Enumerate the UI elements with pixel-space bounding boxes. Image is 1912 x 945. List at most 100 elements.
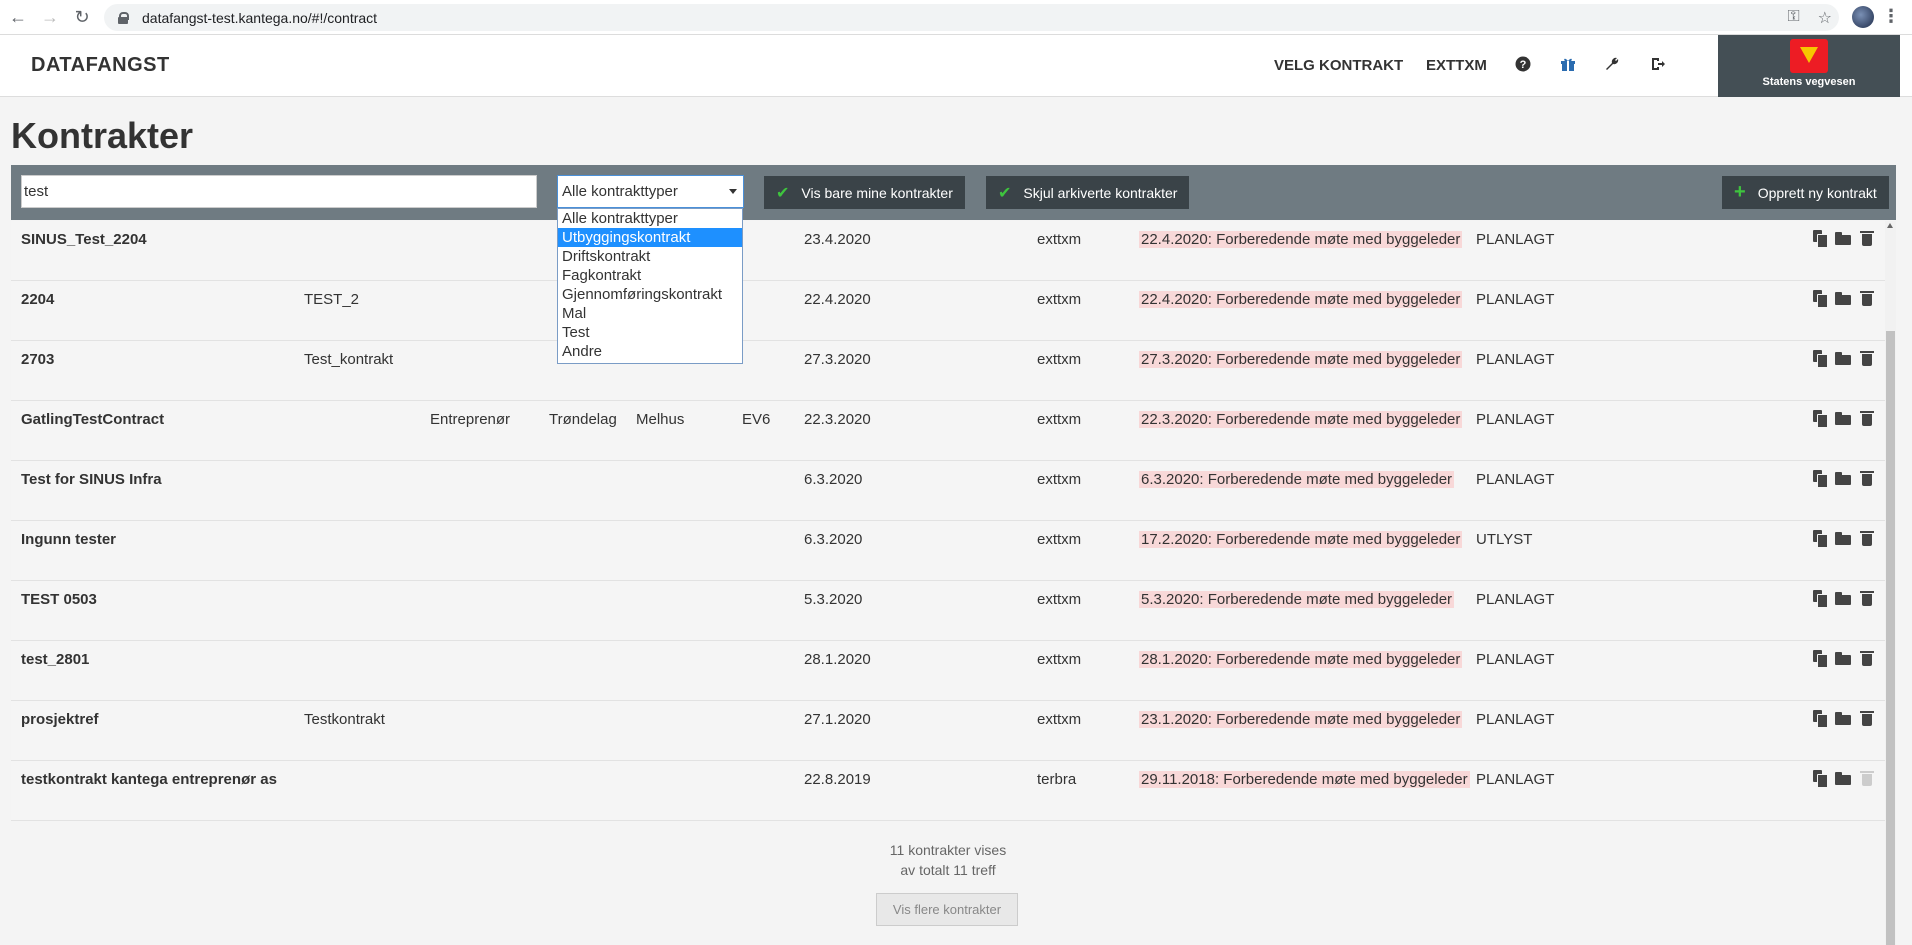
star-icon[interactable]: ☆ xyxy=(1818,8,1832,28)
table-row[interactable]: Ingunn tester 6.3.2020 exttxm 17.2.2020: Fo… xyxy=(11,521,1885,581)
folder-open-icon[interactable] xyxy=(1835,409,1851,427)
folder-open-icon[interactable] xyxy=(1835,709,1851,727)
table-row[interactable]: TEST 0503 5.3.2020 exttxm 5.3.2020: Forbere… xyxy=(11,581,1885,641)
table-row[interactable]: Test for SINUS Infra 6.3.2020 exttxm 6.3.20… xyxy=(11,461,1885,521)
new-contract-button[interactable]: + Opprett ny kontrakt xyxy=(1722,176,1889,209)
cell-name[interactable]: prosjektref xyxy=(21,711,99,728)
profile-avatar[interactable] xyxy=(1852,6,1874,28)
scrollbar[interactable] xyxy=(1885,221,1896,945)
cell-name[interactable]: TEST 0503 xyxy=(21,591,97,608)
folder-open-icon[interactable] xyxy=(1835,469,1851,487)
cell-date: 27.1.2020 xyxy=(804,711,871,728)
show-more-button[interactable]: Vis flere kontrakter xyxy=(876,893,1018,926)
dropdown-option[interactable]: Driftskontrakt xyxy=(558,247,742,266)
dropdown-option[interactable]: Alle kontrakttyper xyxy=(558,209,742,228)
cell-name[interactable]: 2204 xyxy=(21,291,54,308)
gift-icon[interactable] xyxy=(1558,54,1578,74)
trash-icon xyxy=(1859,769,1875,787)
svg-text:?: ? xyxy=(1520,59,1527,71)
folder-open-icon[interactable] xyxy=(1835,769,1851,787)
trash-icon[interactable] xyxy=(1859,469,1875,487)
cell-desc: Testkontrakt xyxy=(304,711,385,728)
search-input[interactable] xyxy=(21,175,537,208)
cell-name[interactable]: Test for SINUS Infra xyxy=(21,471,162,488)
cell-name[interactable]: 2703 xyxy=(21,351,54,368)
copy-icon[interactable] xyxy=(1811,469,1828,488)
reload-icon[interactable]: ↻ xyxy=(68,3,96,31)
folder-open-icon[interactable] xyxy=(1835,649,1851,667)
cell-status: PLANLAGT xyxy=(1476,711,1555,728)
cell-event: 22.4.2020: Forberedende møte med byggele… xyxy=(1139,291,1463,308)
plus-icon: + xyxy=(1734,181,1746,203)
only-mine-toggle[interactable]: ✔ Vis bare mine kontrakter xyxy=(764,176,965,209)
forward-icon[interactable]: → xyxy=(36,3,64,31)
dropdown-option[interactable]: Mal xyxy=(558,304,742,323)
cell-road: EV6 xyxy=(742,411,771,428)
table-row[interactable]: SINUS_Test_2204 23.4.2020 exttxm 22.4.2020:… xyxy=(11,221,1885,281)
scroll-up-icon[interactable] xyxy=(1887,223,1893,228)
copy-icon[interactable] xyxy=(1811,709,1828,728)
folder-open-icon[interactable] xyxy=(1835,229,1851,247)
dropdown-option[interactable]: Fagkontrakt xyxy=(558,266,742,285)
table-row[interactable]: 2204 TEST_2 22.4.2020 exttxm 22.4.2020: Forb… xyxy=(11,281,1885,341)
cell-date: 5.3.2020 xyxy=(804,591,863,608)
copy-icon[interactable] xyxy=(1811,289,1828,308)
help-icon[interactable]: ? xyxy=(1513,54,1533,74)
contract-type-select[interactable]: Alle kontrakttyper xyxy=(557,175,744,208)
wrench-icon[interactable] xyxy=(1602,54,1622,74)
copy-icon[interactable] xyxy=(1811,229,1828,248)
cell-name[interactable]: Ingunn tester xyxy=(21,531,116,548)
shown-count: 11 kontrakter vises xyxy=(889,842,1007,858)
copy-icon[interactable] xyxy=(1811,529,1828,548)
cell-user: exttxm xyxy=(1037,711,1082,728)
hide-archived-toggle[interactable]: ✔ Skjul arkiverte kontrakter xyxy=(986,176,1190,209)
cell-name[interactable]: GatlingTestContract xyxy=(21,411,164,428)
copy-icon[interactable] xyxy=(1811,649,1828,668)
copy-icon[interactable] xyxy=(1811,349,1828,368)
logout-icon[interactable] xyxy=(1648,54,1668,74)
cell-user: exttxm xyxy=(1037,351,1082,368)
scrollbar-thumb[interactable] xyxy=(1886,331,1895,945)
trash-icon[interactable] xyxy=(1859,529,1875,547)
table-row[interactable]: test_2801 28.1.2020 exttxm 28.1.2020: Forbe… xyxy=(11,641,1885,701)
user-link[interactable]: EXTTXM xyxy=(1426,57,1487,74)
address-bar[interactable]: datafangst-test.kantega.no/#!/contract xyxy=(104,4,1839,31)
table-row[interactable]: prosjektref Testkontrakt 27.1.2020 exttxm 23… xyxy=(11,701,1885,761)
trash-icon[interactable] xyxy=(1859,289,1875,307)
folder-open-icon[interactable] xyxy=(1835,589,1851,607)
trash-icon[interactable] xyxy=(1859,229,1875,247)
only-mine-label: Vis bare mine kontrakter xyxy=(801,184,953,201)
cell-name[interactable]: SINUS_Test_2204 xyxy=(21,231,147,248)
folder-open-icon[interactable] xyxy=(1835,349,1851,367)
back-icon[interactable]: ← xyxy=(4,3,32,31)
copy-icon[interactable] xyxy=(1811,409,1828,428)
menu-kebab-icon[interactable]: ⋮ xyxy=(1882,6,1900,27)
trash-icon[interactable] xyxy=(1859,409,1875,427)
dropdown-option[interactable]: Andre xyxy=(558,342,742,361)
dropdown-option[interactable]: Gjennomføringskontrakt xyxy=(558,285,742,304)
cell-name[interactable]: testkontrakt kantega entreprenør as xyxy=(21,771,277,788)
contract-table: SINUS_Test_2204 23.4.2020 exttxm 22.4.2020:… xyxy=(11,221,1885,821)
table-row[interactable]: 2703 Test_kontrakt 27.3.2020 exttxm 27.3.202… xyxy=(11,341,1885,401)
select-contract-link[interactable]: VELG KONTRAKT xyxy=(1274,57,1403,74)
check-icon: ✔ xyxy=(998,184,1012,202)
trash-icon[interactable] xyxy=(1859,589,1875,607)
dropdown-option[interactable]: Test xyxy=(558,323,742,342)
cell-event: 17.2.2020: Forberedende møte med byggele… xyxy=(1139,531,1463,548)
table-row[interactable]: GatlingTestContract Entreprenør Trøndelag M… xyxy=(11,401,1885,461)
trash-icon[interactable] xyxy=(1859,709,1875,727)
folder-open-icon[interactable] xyxy=(1835,289,1851,307)
row-actions xyxy=(1811,229,1875,248)
table-row[interactable]: testkontrakt kantega entreprenør as 22.8.… xyxy=(11,761,1885,821)
dropdown-option[interactable]: Utbyggingskontrakt xyxy=(558,228,742,247)
folder-open-icon[interactable] xyxy=(1835,529,1851,547)
trash-icon[interactable] xyxy=(1859,649,1875,667)
cell-status: PLANLAGT xyxy=(1476,771,1555,788)
cell-name[interactable]: test_2801 xyxy=(21,651,89,668)
copy-icon[interactable] xyxy=(1811,769,1828,788)
brand-title[interactable]: DATAFANGST xyxy=(31,54,170,77)
copy-icon[interactable] xyxy=(1811,589,1828,608)
key-icon[interactable]: ⚿ xyxy=(1787,8,1799,28)
trash-icon[interactable] xyxy=(1859,349,1875,367)
row-actions xyxy=(1811,529,1875,548)
